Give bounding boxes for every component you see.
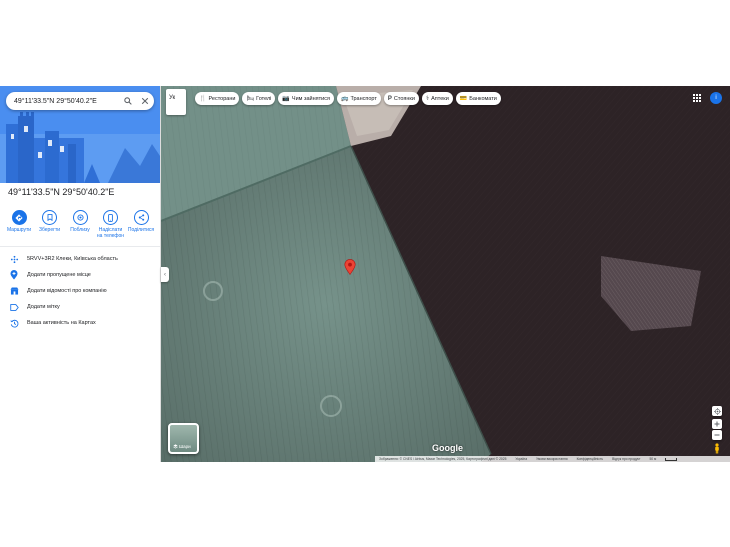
chip-restaurants[interactable]: 🍴 Ресторани [195,92,240,105]
plus-code-text: 5RVV+3R2 Клеки, Київська область [27,256,118,262]
send-to-phone-button[interactable]: Надіслати на телефон [96,210,126,239]
action-buttons: Маршрути Зберегти Поблизу Надіслати на т… [4,210,156,239]
scale-label[interactable]: 50 м [649,457,656,461]
chip-parking[interactable]: P Стоянки [383,92,419,105]
save-button[interactable]: Зберегти [35,210,65,239]
bookmark-icon [42,210,57,225]
history-icon [8,317,20,329]
my-location-button[interactable] [712,406,722,416]
chip-atms[interactable]: 💳 Банкомати [455,92,501,105]
chip-atms-label: Банкомати [469,95,497,102]
chip-parking-label: Стоянки [393,95,415,102]
business-icon [8,285,20,297]
nearby-label: Поблизу [70,227,90,233]
chip-transit[interactable]: 🚌 Транспорт [336,92,381,105]
place-title: 49°11'33.5"N 29°50'40.2"E [8,187,115,197]
add-place-icon [8,269,20,281]
directions-button[interactable]: Маршрути [4,210,34,239]
map-canvas[interactable]: Ук 🍴 Ресторани 🛏 Готелі 📷 Чим зайнятися 🚌 Тр… [161,86,730,462]
search-input[interactable] [14,95,114,107]
nearby-button[interactable]: Поблизу [65,210,95,239]
chip-hotels-label: Готелі [256,95,272,102]
share-icon [133,210,149,225]
add-place-row[interactable]: Додати пропущене місце [8,269,91,281]
layers-text: Шари [179,444,191,449]
layers-label: Шари [173,444,191,449]
chip-hotels[interactable]: 🛏 Готелі [242,92,276,105]
send-to-phone-icon [103,210,118,225]
share-label: Поділитися [127,227,155,233]
nearby-icon [72,210,88,225]
maps-app: 49°11'33.5"N 29°50'40.2"E Маршрути Збере… [0,86,730,462]
add-label-row[interactable]: Додати мітку [8,301,60,313]
zoom-out-button[interactable] [712,430,722,440]
feedback-link[interactable]: Відгук про продукт [612,457,640,461]
close-icon[interactable] [139,95,151,107]
things-to-do-icon: 📷 [282,96,290,102]
pegman-icon[interactable] [713,443,721,454]
chip-restaurants-label: Ресторани [208,95,236,102]
chip-transit-label: Транспорт [350,95,377,102]
add-business-text: Додати відомості про компанію [27,288,107,294]
chip-things-to-do[interactable]: 📷 Чим зайнятися [278,92,334,105]
minus-icon [714,434,720,436]
privacy-link[interactable]: Конфіденційність [577,457,604,461]
transit-icon: 🚌 [340,96,349,102]
plus-code-icon [8,253,20,265]
collapse-panel-button[interactable]: ‹ [161,267,169,282]
map-footer: Зображення: © CNES / Airbus, Maxar Techn… [375,456,730,462]
directions-icon [11,210,27,225]
language-selector[interactable]: Ук [166,89,186,115]
search-icon[interactable] [122,95,134,107]
pharmacy-icon: ⚕ [425,96,430,102]
layers-icon [173,444,178,449]
chevron-left-icon: ‹ [164,271,166,278]
terms-link[interactable]: Умови використання [536,457,568,461]
parking-icon: P [387,95,392,102]
chip-pharmacies-label: Аптеки [431,95,449,102]
plus-icon [714,421,720,427]
imagery-attribution: Зображення: © CNES / Airbus, Maxar Techn… [379,457,507,461]
account-avatar[interactable]: і [710,92,722,104]
search-box[interactable] [6,92,154,110]
add-label-text: Додати мітку [27,304,60,310]
share-button[interactable]: Поділитися [126,210,156,239]
plus-code-row[interactable]: 5RVV+3R2 Клеки, Київська область [8,253,118,265]
hotel-icon: 🛏 [246,96,255,102]
chip-things-to-do-label: Чим зайнятися [291,95,330,102]
country-link[interactable]: Україна [515,457,527,461]
add-place-text: Додати пропущене місце [27,272,91,278]
divider [0,246,160,247]
save-label: Зберегти [38,227,61,233]
satellite-imagery [161,86,730,462]
restaurant-icon: 🍴 [199,96,207,102]
maps-activity-row[interactable]: Ваша активність на Картах [8,317,96,329]
directions-label: Маршрути [6,227,32,233]
apps-grid-icon[interactable] [693,94,701,102]
location-pin-icon[interactable] [344,259,356,275]
add-business-row[interactable]: Додати відомості про компанію [8,285,107,297]
maps-activity-text: Ваша активність на Картах [27,320,96,326]
send-to-phone-label: Надіслати на телефон [96,227,125,239]
chip-pharmacies[interactable]: ⚕ Аптеки [421,92,453,105]
side-panel: 49°11'33.5"N 29°50'40.2"E Маршрути Збере… [0,86,161,462]
zoom-in-button[interactable] [712,419,722,429]
category-chips: 🍴 Ресторани 🛏 Готелі 📷 Чим зайнятися 🚌 Транс… [195,92,501,106]
atm-icon: 💳 [459,96,468,102]
scale-bar [665,457,678,461]
layers-button[interactable]: Шари [168,423,199,454]
label-icon [8,301,20,313]
google-logo: Google [432,443,463,453]
my-location-icon [713,407,721,415]
